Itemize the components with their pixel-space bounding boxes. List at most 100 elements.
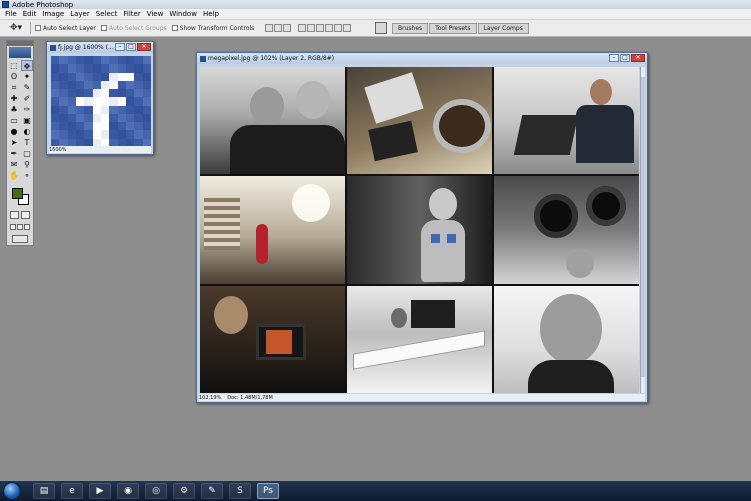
show-transform-controls-checkbox[interactable]: Show Transform Controls: [171, 25, 254, 32]
distribute-left-icon[interactable]: [325, 24, 334, 32]
quick-mask-mode-icon[interactable]: [21, 211, 30, 219]
menu-layer[interactable]: Layer: [67, 10, 93, 18]
crop-tool-icon[interactable]: ⌗: [8, 82, 20, 93]
mosaic-pixel: [134, 89, 143, 98]
menu-view[interactable]: View: [144, 10, 167, 18]
explorer-icon[interactable]: ▤: [33, 483, 55, 499]
mosaic-pixel: [142, 89, 151, 98]
menu-help[interactable]: Help: [200, 10, 222, 18]
align-bottom-icon[interactable]: [283, 24, 292, 32]
magic-wand-tool-icon[interactable]: ✦: [21, 71, 33, 82]
type-tool-icon[interactable]: T: [21, 137, 33, 148]
lasso-tool-icon[interactable]: ʘ: [8, 71, 20, 82]
window-title-bar[interactable]: megapixel.jpg @ 102% (Layer 2, RGB/8#): [197, 53, 647, 64]
distribute-top-icon[interactable]: [298, 24, 307, 32]
eraser-tool-icon[interactable]: ▭: [8, 115, 20, 126]
mosaic-pixel: [125, 56, 135, 65]
ie-icon[interactable]: e: [61, 483, 83, 499]
checkbox-box[interactable]: [100, 25, 107, 31]
scrollbar-thumb[interactable]: [641, 77, 645, 377]
history-brush-tool-icon[interactable]: ✑: [21, 104, 33, 115]
photoshop-icon[interactable]: Ps: [257, 483, 279, 499]
mosaic-pixel: [109, 113, 118, 123]
mosaic-pixel: [125, 122, 135, 131]
mosaic-pixel: [67, 97, 76, 106]
close-icon[interactable]: ✕: [137, 43, 151, 51]
skype-icon[interactable]: S: [229, 483, 251, 499]
align-vcenter-icon[interactable]: [274, 24, 283, 32]
minimize-icon[interactable]: –: [115, 43, 125, 51]
gradient-tool-icon[interactable]: ▣: [21, 115, 33, 126]
mosaic-pixel: [125, 89, 135, 98]
tab-brushes[interactable]: Brushes: [392, 23, 429, 34]
maximize-icon[interactable]: □: [126, 43, 136, 51]
menu-file[interactable]: File: [2, 10, 20, 18]
menu-select[interactable]: Select: [93, 10, 121, 18]
tab-tool-presets[interactable]: Tool Presets: [429, 23, 477, 34]
distribute-buttons: [298, 24, 352, 32]
auto-select-layer-checkbox[interactable]: Auto Select Layer: [35, 25, 96, 32]
media-player-icon[interactable]: ▶: [89, 483, 111, 499]
healing-brush-tool-icon[interactable]: ✚: [8, 93, 20, 104]
chrome-icon[interactable]: ◎: [145, 483, 167, 499]
network-app-icon[interactable]: ⚙: [173, 483, 195, 499]
maximize-icon[interactable]: □: [620, 54, 630, 62]
mosaic-pixel: [75, 122, 85, 131]
mosaic-pixel: [75, 97, 85, 106]
bridge-icon[interactable]: [375, 22, 387, 34]
zoom-level[interactable]: 102,19%: [199, 395, 221, 401]
checkbox-box[interactable]: [171, 25, 178, 31]
distribute-right-icon[interactable]: [343, 24, 352, 32]
blur-tool-icon[interactable]: ●: [8, 126, 20, 137]
photo-collage-canvas[interactable]: [200, 67, 639, 393]
screen-mode-full-icon[interactable]: [24, 224, 30, 230]
checkbox-box[interactable]: [35, 25, 41, 31]
slice-tool-icon[interactable]: ✎: [21, 82, 33, 93]
distribute-bottom-icon[interactable]: [316, 24, 325, 32]
screen-mode-standard-icon[interactable]: [10, 224, 16, 230]
zoom-level[interactable]: 1600%: [49, 147, 66, 153]
adobe-logo[interactable]: [9, 47, 31, 58]
hand-tool-icon[interactable]: ✋: [8, 170, 20, 181]
toolbox-grip[interactable]: [7, 41, 33, 46]
start-button[interactable]: [3, 482, 21, 500]
distribute-hcenter-icon[interactable]: [334, 24, 343, 32]
mosaic-pixel: [134, 130, 143, 139]
align-top-icon[interactable]: [265, 24, 274, 32]
brush-tool-icon[interactable]: ✐: [21, 93, 33, 104]
marquee-tool-icon[interactable]: ⬚: [8, 60, 20, 71]
mosaic-pixel: [92, 56, 101, 65]
jump-to-imageready-icon[interactable]: [12, 235, 28, 243]
mosaic-pixel: [100, 105, 110, 114]
pen-tool-icon[interactable]: ✒: [8, 148, 20, 159]
document-size[interactable]: Doc: 1,48M/1,78M: [227, 395, 273, 401]
auto-select-layer-label: Auto Select Layer: [43, 24, 96, 32]
menu-image[interactable]: Image: [39, 10, 67, 18]
dodge-tool-icon[interactable]: ◐: [21, 126, 33, 137]
move-tool-preset-icon[interactable]: ✥▾: [6, 22, 26, 35]
pixelated-f-logo-canvas[interactable]: [51, 56, 151, 147]
menu-edit[interactable]: Edit: [20, 10, 40, 18]
foreground-color-swatch[interactable]: [12, 188, 23, 199]
auto-select-groups-checkbox[interactable]: Auto Select Groups: [100, 25, 167, 32]
menu-window[interactable]: Window: [166, 10, 200, 18]
notes-tool-icon[interactable]: ✉: [8, 159, 20, 170]
distribute-vcenter-icon[interactable]: [307, 24, 316, 32]
zoom-tool-icon[interactable]: ⚬: [21, 170, 33, 181]
close-icon[interactable]: ✕: [631, 54, 645, 62]
eyedropper-tool-icon[interactable]: ⚲: [21, 159, 33, 170]
menu-filter[interactable]: Filter: [120, 10, 143, 18]
vertical-scrollbar[interactable]: [640, 67, 645, 393]
mosaic-pixel: [117, 56, 126, 65]
clone-stamp-tool-icon[interactable]: ♣: [8, 104, 20, 115]
standard-mode-icon[interactable]: [10, 211, 19, 219]
mosaic-pixel: [142, 122, 151, 131]
minimize-icon[interactable]: –: [609, 54, 619, 62]
move-tool-icon[interactable]: ✥: [21, 60, 33, 71]
screen-mode-menu-icon[interactable]: [17, 224, 23, 230]
shape-tool-icon[interactable]: ▢: [21, 148, 33, 159]
firefox-icon[interactable]: ◉: [117, 483, 139, 499]
tab-layer-comps[interactable]: Layer Comps: [477, 23, 529, 34]
path-selection-tool-icon[interactable]: ➤: [8, 137, 20, 148]
paint-icon[interactable]: ✎: [201, 483, 223, 499]
